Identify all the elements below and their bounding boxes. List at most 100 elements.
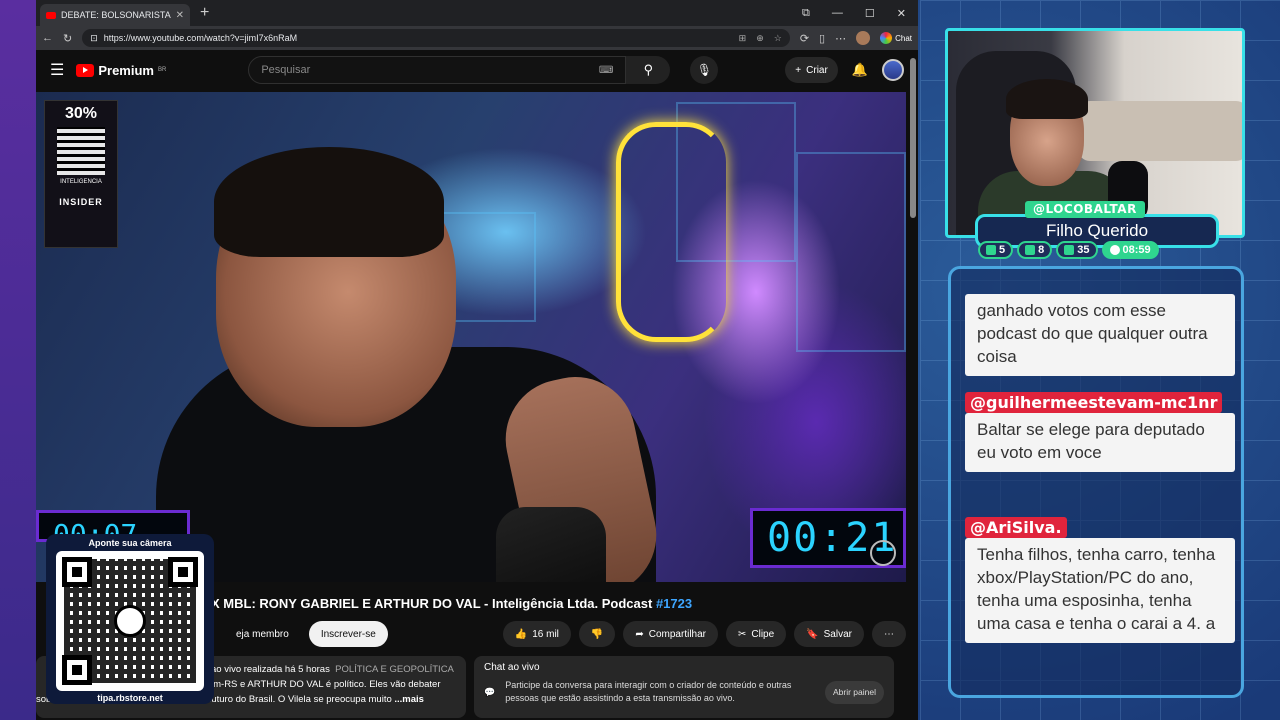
chat-message-text: Baltar se elege para deputado eu voto em… [965,413,1235,472]
chat-message-text: Tenha filhos, tenha carro, tenha xbox/Pl… [965,538,1235,643]
host-hair [214,147,444,257]
youtube-header: ☰ Premium BR Pesquisar ⌨ ⚲ 🎙 + Criar 🔔 [36,50,918,90]
chat-message: ganhado votos com esse podcast do que qu… [965,294,1235,376]
chat-message: @AriSilva. Tenha filhos, tenha carro, te… [965,517,1235,643]
qr-center-logo-icon [114,605,146,637]
account-avatar[interactable] [882,59,904,81]
live-chat-row: 💬 Participe da conversa para interagir c… [484,679,884,705]
notifications-bell-icon[interactable]: 🔔 [852,62,868,78]
address-bar-actions: ⊞ ⊕ ☆ [739,33,782,44]
streamer-handle: @LOCOBALTAR [1025,201,1145,218]
split-screen-icon[interactable]: ▯ [819,32,825,45]
thumbs-down-icon: 👎 [590,628,604,640]
stat-value: 5 [999,244,1006,256]
join-member-label: eja membro [236,628,289,640]
share-button[interactable]: ➦ Compartilhar [623,621,718,647]
profile-avatar[interactable] [856,31,871,45]
close-window-icon[interactable]: ✕ [897,7,906,20]
brain-logo-icon [870,540,896,566]
maximize-icon[interactable]: ☐ [865,7,875,20]
join-member-button[interactable]: eja membro [206,621,301,647]
video-actions: eja membro Inscrever-se 👍 16 mil 👎 ➦ Com… [206,621,906,647]
bookmark-icon: 🔖 [806,628,819,640]
sponsor-qr-code [57,127,105,175]
qr-finder [62,557,92,587]
extensions-icon[interactable]: ⟳ [800,32,809,45]
copilot-icon [880,32,893,44]
search-input[interactable]: Pesquisar ⌨ [248,56,627,84]
subscribe-label: Inscrever-se [320,628,376,640]
stat-value: 35 [1077,244,1090,256]
scissors-icon: ✂ [738,628,747,640]
chat-username: @AriSilva. [965,517,1067,538]
sponsor-discount: 30% [64,105,98,122]
save-button[interactable]: 🔖 Salvar [794,621,864,647]
stat-value: 8 [1038,244,1045,256]
chat-message: @guilhermeestevam-mc1nr Baltar se elege … [965,392,1235,472]
live-chat-heading: Chat ao vivo [484,662,540,673]
address-bar[interactable]: ⊡ https://www.youtube.com/watch?v=jimI7x… [82,29,790,47]
more-icon: ⋯ [884,628,894,640]
share-label: Compartilhar [648,628,706,640]
video-title: X MBL: RONY GABRIEL E ARTHUR DO VAL - In… [211,596,692,611]
qr-finder [62,655,92,685]
search-button[interactable]: ⚲ [626,56,671,84]
zoom-icon[interactable]: ⊕ [756,33,764,44]
dislike-button[interactable]: 👎 [578,621,616,647]
bookmark-star-icon[interactable]: ☆ [774,33,782,44]
video-player[interactable]: 30% INTELIGENCIA INSIDER 00:07 00:21 [36,92,906,582]
reload-icon[interactable]: ↻ [63,32,72,45]
copilot-chat-button[interactable]: Chat [880,32,912,44]
background-shelf [796,152,906,352]
streamer-hair [1006,79,1088,119]
back-icon[interactable]: ← [42,32,53,44]
minimize-icon[interactable]: — [832,7,843,20]
page-scrollbar[interactable] [910,54,916,714]
chat-bubble-icon: 💬 [484,686,496,697]
more-actions-button[interactable]: ⋯ [872,621,906,647]
menu-icon[interactable]: ☰ [50,60,64,80]
podcast-microphone [496,507,606,582]
share-icon: ➦ [635,628,644,640]
qr-site: tipa.rbstore.net [97,693,163,703]
more-link[interactable]: ...mais [394,694,424,705]
more-icon[interactable]: ⋯ [835,32,846,45]
search-placeholder: Pesquisar [261,64,311,76]
qr-overlay: Aponte sua câmera tipa.rbstore.net [46,534,214,704]
sponsor-banner: 30% INTELIGENCIA INSIDER [44,100,118,248]
create-label: Criar [806,64,828,76]
voice-search-button[interactable]: 🎙 [690,56,719,84]
browser-tab[interactable]: DEBATE: BOLSONARISTA X MBL: R ✕ [40,4,190,26]
like-button[interactable]: 👍 16 mil [502,621,571,647]
clock-icon [1109,245,1120,255]
tab-bar: DEBATE: BOLSONARISTA X MBL: R ✕ + ⧉ — ☐ … [36,0,918,26]
open-panel-button[interactable]: Abrir painel [825,680,884,704]
new-tab-icon[interactable]: + [200,4,209,22]
clip-label: Clipe [751,628,775,640]
sponsor-brand: INSIDER [59,197,103,207]
app-icon[interactable]: ⊞ [739,33,747,44]
stat-value: 08:59 [1122,244,1151,256]
scrollbar-thumb[interactable] [910,58,916,218]
create-button[interactable]: + Criar [785,57,838,83]
clip-button[interactable]: ✂ Clipe [726,621,787,647]
region-code: BR [157,67,167,73]
header-actions: + Criar 🔔 [785,57,904,83]
youtube-favicon-icon [46,11,56,19]
subscribe-button[interactable]: Inscrever-se [308,621,388,647]
address-toolbar: ← ↻ ⊡ https://www.youtube.com/watch?v=ji… [36,26,918,50]
keyboard-icon[interactable]: ⌨ [599,65,613,76]
webcam-sofa [1078,101,1242,161]
tab-search-icon[interactable]: ⧉ [802,7,810,20]
live-chat-body: Participe da conversa para interagir com… [505,680,792,703]
like-count: 16 mil [532,628,559,640]
site-info-icon[interactable]: ⊡ [90,33,98,44]
close-tab-icon[interactable]: ✕ [176,10,184,21]
twitch-icon [986,245,996,255]
youtube-logo[interactable]: Premium BR [76,63,166,78]
video-hashtag[interactable]: #1723 [656,596,692,611]
clock-stat: 08:59 [1101,241,1159,259]
stream-category[interactable]: POLÍTICA E GEOPOLÍTICA [335,664,454,675]
youtube-play-icon [76,63,95,77]
search-icon: ⚲ [643,62,654,77]
